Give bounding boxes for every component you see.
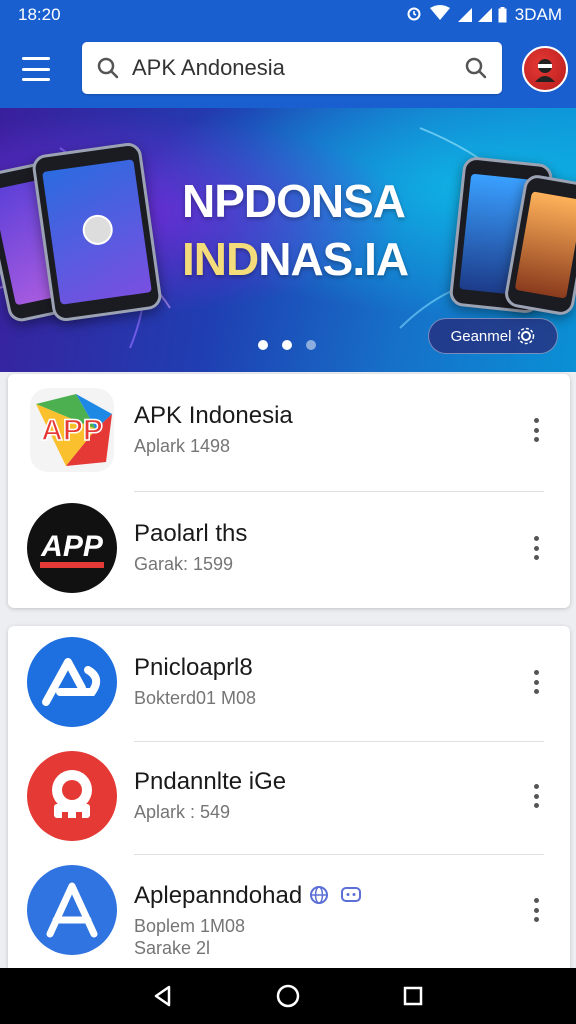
home-button[interactable] [268, 976, 308, 1016]
more-options-button[interactable] [528, 898, 544, 922]
battery-icon [498, 7, 507, 23]
app-title: Pndannlte iGe [134, 768, 287, 795]
status-time: 18:20 [18, 5, 61, 24]
more-options-button[interactable] [528, 418, 544, 442]
signal-icon-2 [477, 8, 492, 22]
list-item[interactable]: APP APK Indonesia Aplark 1498 [8, 374, 570, 486]
phone-image-left-front [30, 141, 164, 323]
back-button[interactable] [143, 976, 183, 1016]
menu-icon-line [22, 78, 50, 81]
app-subtitle: Bokterd01 M08 [134, 688, 257, 708]
robot-icon-red [26, 750, 118, 842]
home-icon [276, 984, 300, 1008]
signal-icon [457, 8, 472, 22]
app-store-icon-blue-2 [26, 864, 118, 956]
app-logo-icon-colorful: APP [26, 384, 118, 476]
app-bar [0, 30, 576, 108]
search-bar[interactable] [82, 42, 502, 94]
alarm-icon [406, 5, 422, 26]
avatar-icon [535, 59, 555, 82]
search-icon [97, 57, 119, 79]
list-item[interactable]: Pndannlte iGe Aplark : 549 [8, 740, 570, 852]
app-subtitle: Aplark 1498 [134, 436, 231, 456]
banner-cta-label: Geanmel [450, 327, 512, 345]
menu-icon-line [22, 57, 50, 60]
app-list-card: Pnicloaprl8 Bokterd01 M08 Pndannlte iGe … [8, 626, 570, 968]
app-title: Pnicloaprl8 [134, 654, 253, 681]
promo-banner[interactable]: NPDONSA INDNAS.IA Geanmel [0, 108, 576, 372]
carousel-dot[interactable] [282, 340, 292, 350]
carousel-dot[interactable] [258, 340, 268, 350]
app-title-text: Aplepanndohad [134, 882, 303, 909]
status-clock-right: 3DAM [514, 5, 562, 24]
banner-cta-button[interactable]: Geanmel [428, 318, 558, 354]
list-item[interactable]: Aplepanndohad Boplem 1M08 Sarake 2l [8, 854, 570, 968]
app-logo-icon-black: APP [26, 502, 118, 594]
banner-title-white: NAS.IA [258, 233, 409, 285]
status-bar: 18:20 3DAM [0, 0, 576, 30]
app-list-card: APP APK Indonesia Aplark 1498 APP Paolar… [8, 374, 570, 608]
more-options-button[interactable] [528, 670, 544, 694]
app-title: Paolarl ths [134, 520, 248, 547]
carousel-dot[interactable] [306, 340, 316, 350]
menu-icon-line [22, 67, 50, 71]
banner-title-gold: IND [182, 233, 259, 285]
app-subtitle: Garak: 1599 [134, 554, 234, 574]
list-item[interactable]: Pnicloaprl8 Bokterd01 M08 [8, 626, 570, 738]
banner-title-line2: INDNAS.IA [182, 232, 452, 286]
more-options-button[interactable] [528, 784, 544, 808]
system-navigation-bar [0, 968, 576, 1024]
search-input[interactable] [132, 55, 464, 81]
banner-title-line1: NPDONSA [182, 175, 406, 227]
wifi-icon [429, 4, 450, 26]
app-subtitle-2: Sarake 2l [134, 938, 211, 958]
more-options-button[interactable] [528, 536, 544, 560]
status-icons: 3DAM [406, 4, 562, 26]
app-title: Aplepanndohad [134, 882, 362, 910]
recents-button[interactable] [393, 976, 433, 1016]
carousel-indicator[interactable] [258, 340, 316, 350]
svg-text:APP: APP [41, 414, 103, 447]
app-subtitle: Boplem 1M08 [134, 916, 246, 936]
chat-icon [340, 887, 361, 902]
app-store-icon-blue [26, 636, 118, 728]
list-item[interactable]: APP Paolarl ths Garak: 1599 [8, 492, 570, 604]
settings-icon [518, 327, 535, 345]
menu-button[interactable] [22, 57, 50, 81]
globe-icon [309, 886, 328, 904]
back-icon [154, 985, 170, 1007]
app-title: APK Indonesia [134, 402, 293, 429]
app-subtitle: Aplark : 549 [134, 802, 231, 822]
search-submit-icon[interactable] [464, 56, 488, 80]
avatar[interactable] [522, 46, 568, 92]
recents-icon [404, 986, 423, 1006]
svg-text:APP: APP [40, 530, 104, 563]
